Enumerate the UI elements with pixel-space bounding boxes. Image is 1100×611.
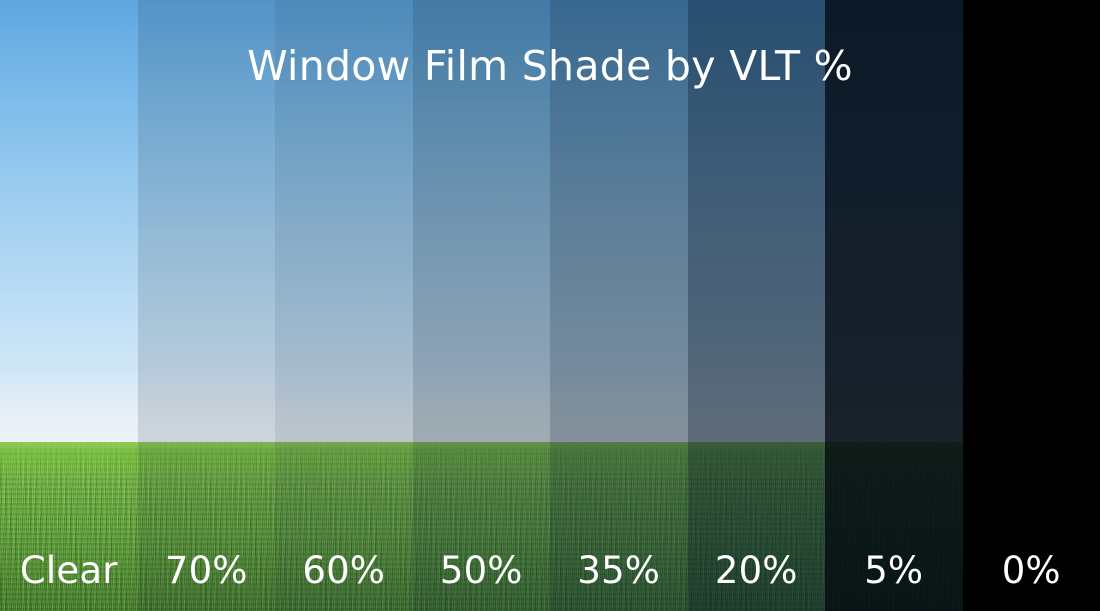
tint-strip-label: 20% [714,549,798,592]
tint-strip-5[interactable]: 5% [825,0,963,611]
tint-strip-0[interactable]: 0% [962,0,1100,611]
tint-strip-label: Clear [19,549,118,592]
tint-strip-label: 60% [302,549,386,592]
tint-strip-20[interactable]: 20% [687,0,825,611]
tint-strip-label: 70% [164,549,248,592]
tint-film-overlay [550,0,688,611]
tint-strip-70[interactable]: 70% [137,0,275,611]
tint-strip-label: 0% [1001,549,1061,592]
tint-film-overlay [275,0,413,611]
tint-film-overlay [412,0,550,611]
tint-strip-35[interactable]: 35% [550,0,688,611]
tint-film-overlay [137,0,275,611]
tint-strip-label: 50% [439,549,523,592]
tint-film-overlay [825,0,963,611]
chart-title: Window Film Shade by VLT % [247,42,853,90]
tint-film-overlay [0,0,138,611]
tint-strip-clear[interactable]: Clear [0,0,138,611]
window-film-shade-chart: Clear 70% 60% 50% 35% 20% 5% 0% Window Film Sha… [0,0,1100,611]
tint-strip-label: 35% [577,549,661,592]
tint-film-overlay [687,0,825,611]
tint-strip-row: Clear 70% 60% 50% 35% 20% 5% 0% [0,0,1100,611]
tint-strip-60[interactable]: 60% [275,0,413,611]
tint-strip-label: 5% [864,549,924,592]
tint-strip-50[interactable]: 50% [412,0,550,611]
tint-film-overlay [962,0,1100,611]
